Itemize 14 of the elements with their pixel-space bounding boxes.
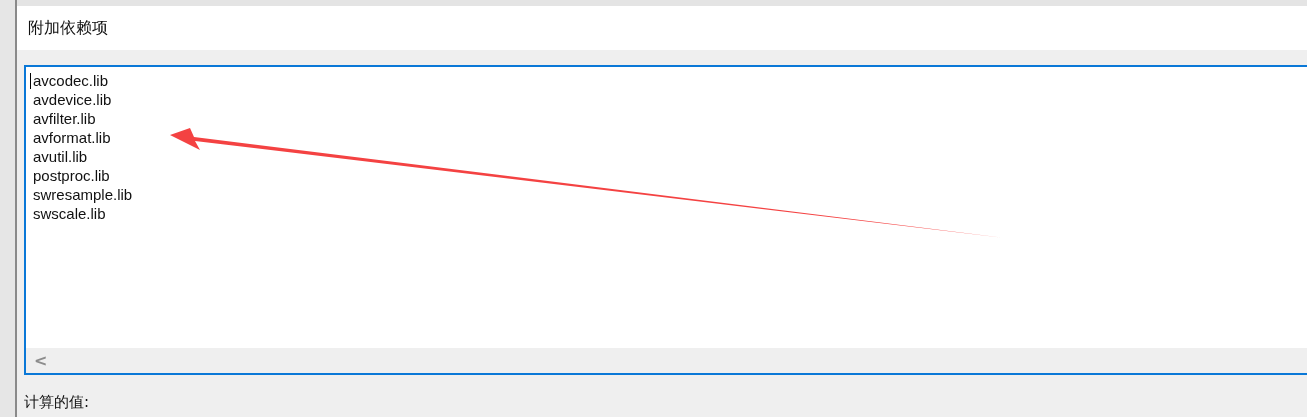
horizontal-scrollbar[interactable]: <: [26, 348, 1307, 373]
text-line: swresample.lib: [33, 185, 133, 204]
text-line: avformat.lib: [33, 128, 111, 147]
text-line: postproc.lib: [33, 166, 110, 185]
text-line: avutil.lib: [33, 147, 88, 166]
scroll-left-button[interactable]: <: [34, 351, 48, 370]
text-area[interactable]: avcodec.lib avdevice.lib avfilter.lib avformat.lib avutil.lib postproc.lib swresample.lib swscale.lib <: [24, 65, 1307, 375]
computed-value-label: 计算的值:: [24, 393, 91, 412]
text-line: swscale.lib: [33, 204, 106, 223]
text-line: avfilter.lib: [33, 109, 96, 128]
dialog-title: 附加依赖项: [28, 17, 108, 39]
text-line: avdevice.lib: [33, 90, 112, 109]
text-line: avcodec.lib: [33, 71, 109, 90]
text-cursor: [30, 73, 31, 89]
